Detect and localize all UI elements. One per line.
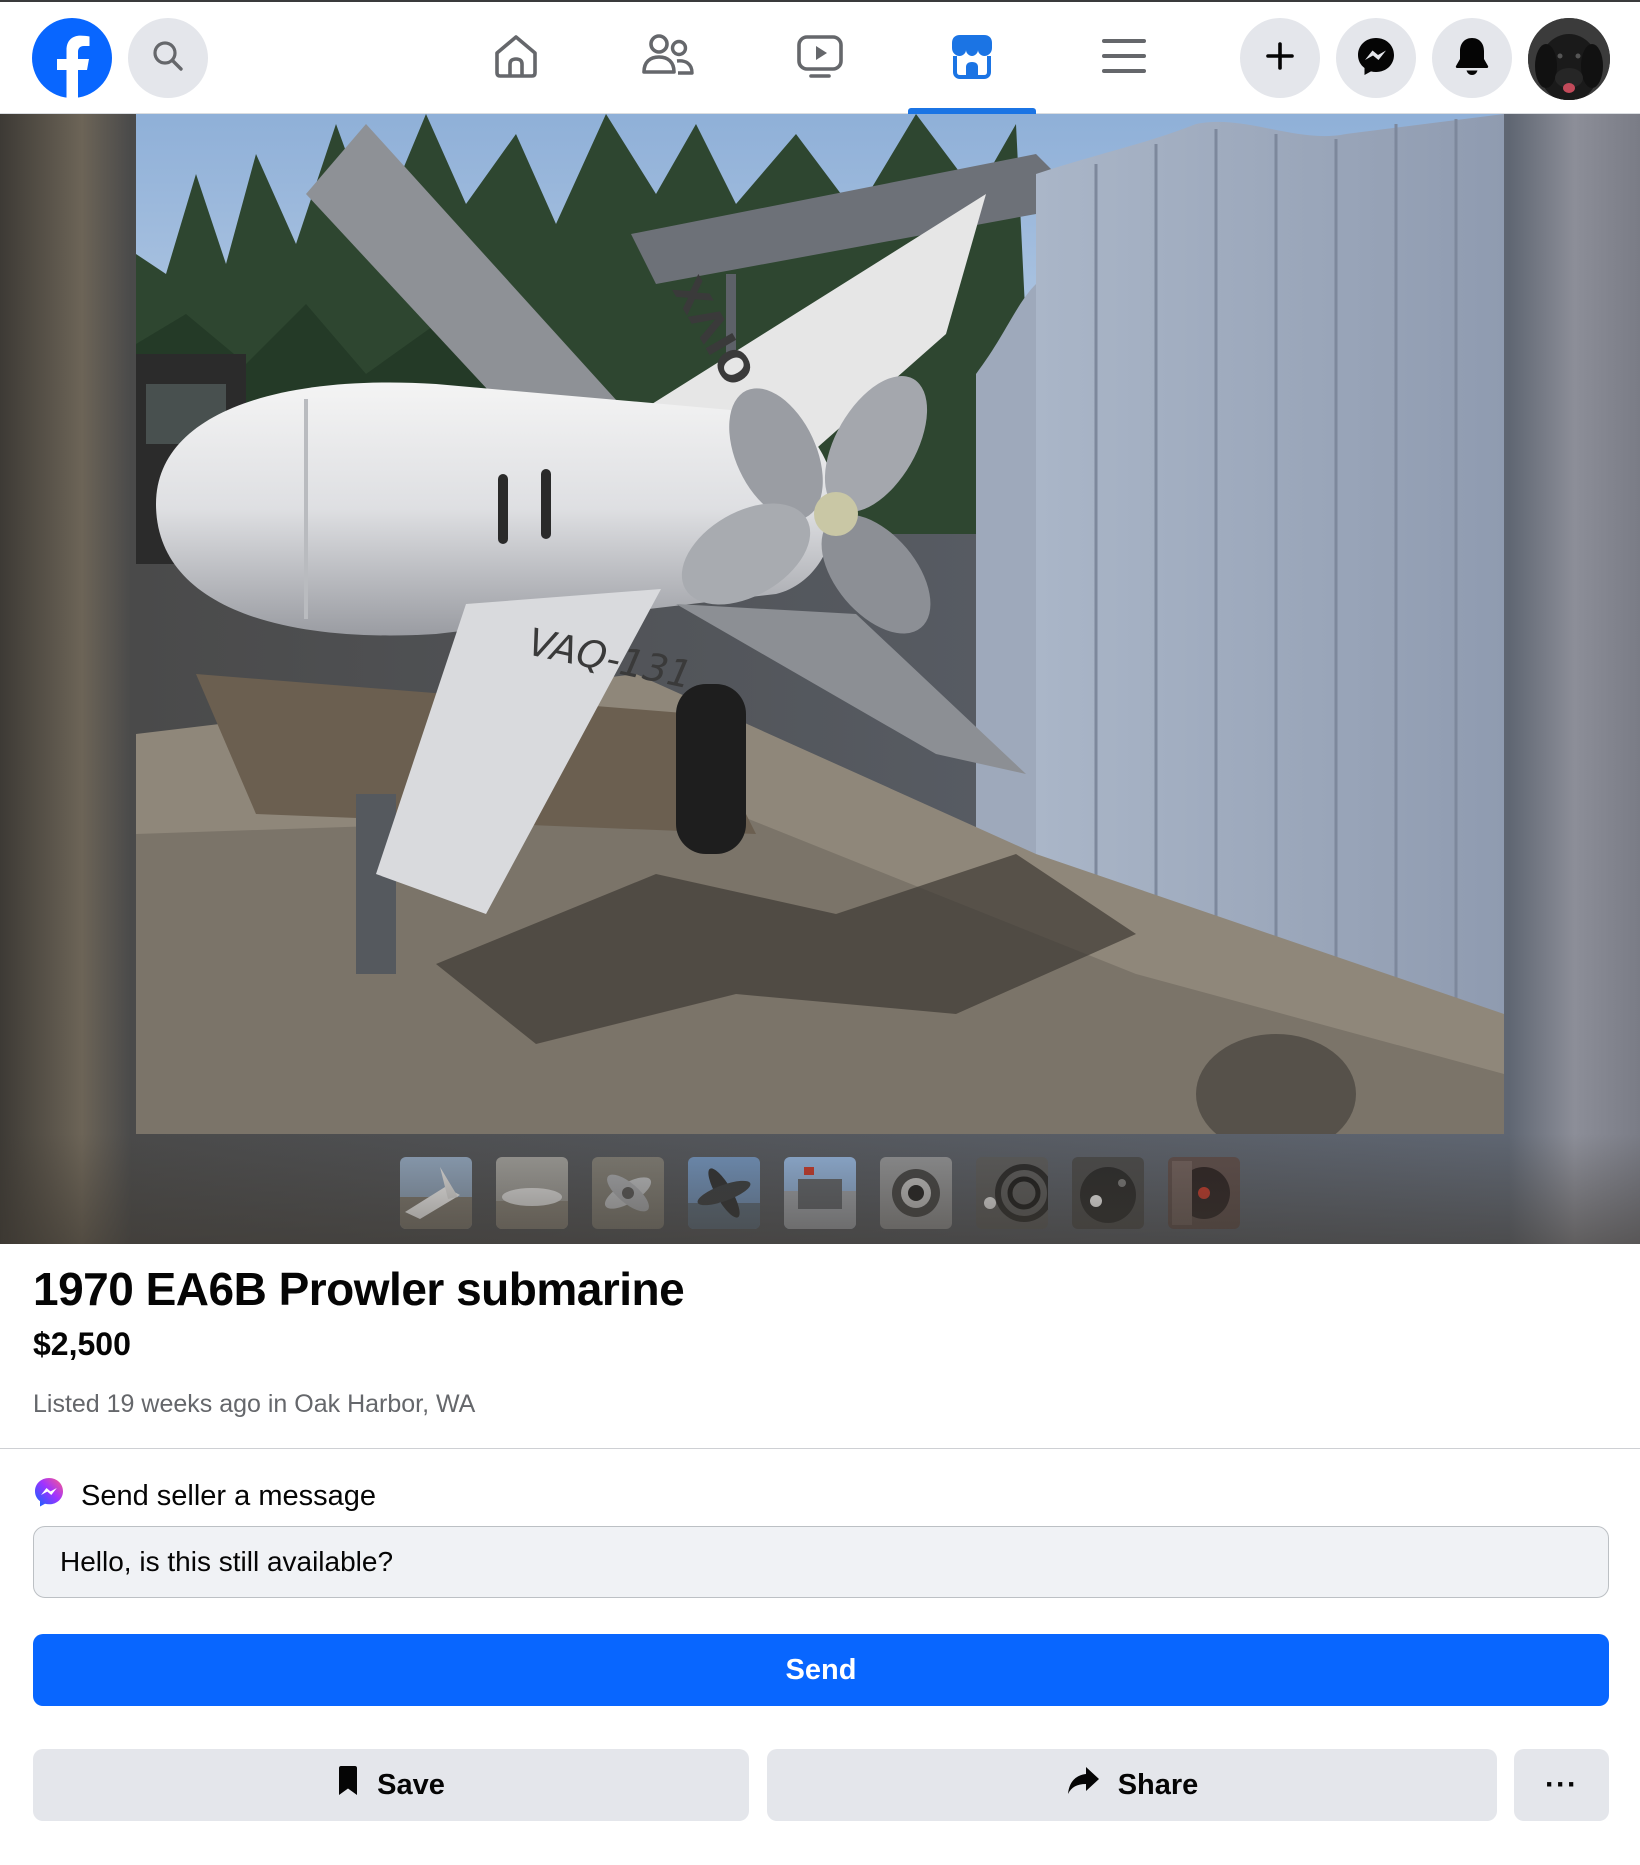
send-button[interactable]: Send [33, 1634, 1609, 1706]
share-arrow-icon [1066, 1766, 1100, 1804]
plus-icon [1265, 41, 1295, 76]
listing-meta: Listed 19 weeks ago in Oak Harbor, WA [33, 1390, 476, 1418]
friends-icon [641, 31, 695, 86]
share-label: Share [1117, 1768, 1199, 1801]
notifications-button[interactable] [1432, 18, 1512, 98]
marketplace-store-icon [947, 31, 997, 86]
listing-title: 1970 EA6B Prowler submarine [33, 1263, 685, 1315]
message-input[interactable] [33, 1526, 1609, 1598]
more-dots-icon: ··· [1545, 1768, 1578, 1801]
more-options-button[interactable]: ··· [1514, 1749, 1609, 1821]
home-icon [491, 31, 541, 86]
search-icon [151, 39, 185, 78]
watch-video-icon [795, 31, 845, 86]
tab-marketplace[interactable] [908, 4, 1036, 114]
hamburger-menu-icon [1101, 36, 1147, 81]
search-button[interactable] [128, 18, 208, 98]
save-button[interactable]: Save [33, 1749, 749, 1821]
share-button[interactable]: Share [767, 1749, 1497, 1821]
save-label: Save [377, 1768, 445, 1801]
send-message-label: Send seller a message [81, 1479, 376, 1512]
main-listing-photo[interactable]: VAQ-131 OIVX [136, 114, 1504, 1134]
tab-friends[interactable] [604, 4, 732, 112]
tab-menu[interactable] [1060, 4, 1188, 112]
tab-watch[interactable] [756, 4, 884, 112]
bell-icon [1453, 36, 1491, 81]
photo-gallery: VAQ-131 OIVX [0, 114, 1640, 1244]
profile-avatar[interactable] [1528, 18, 1610, 100]
create-button[interactable] [1240, 18, 1320, 98]
bookmark-icon [337, 1765, 359, 1805]
gallery-bottom-fade [0, 1134, 1640, 1244]
send-message-heading: Send seller a message [33, 1476, 376, 1516]
section-divider [0, 1448, 1640, 1449]
messenger-icon [1355, 35, 1397, 82]
messenger-button[interactable] [1336, 18, 1416, 98]
facebook-logo-icon[interactable] [32, 18, 112, 98]
messenger-logo-icon [33, 1476, 65, 1516]
top-navigation-bar [0, 0, 1640, 114]
tab-home[interactable] [452, 4, 580, 112]
listing-price: $2,500 [33, 1326, 131, 1362]
